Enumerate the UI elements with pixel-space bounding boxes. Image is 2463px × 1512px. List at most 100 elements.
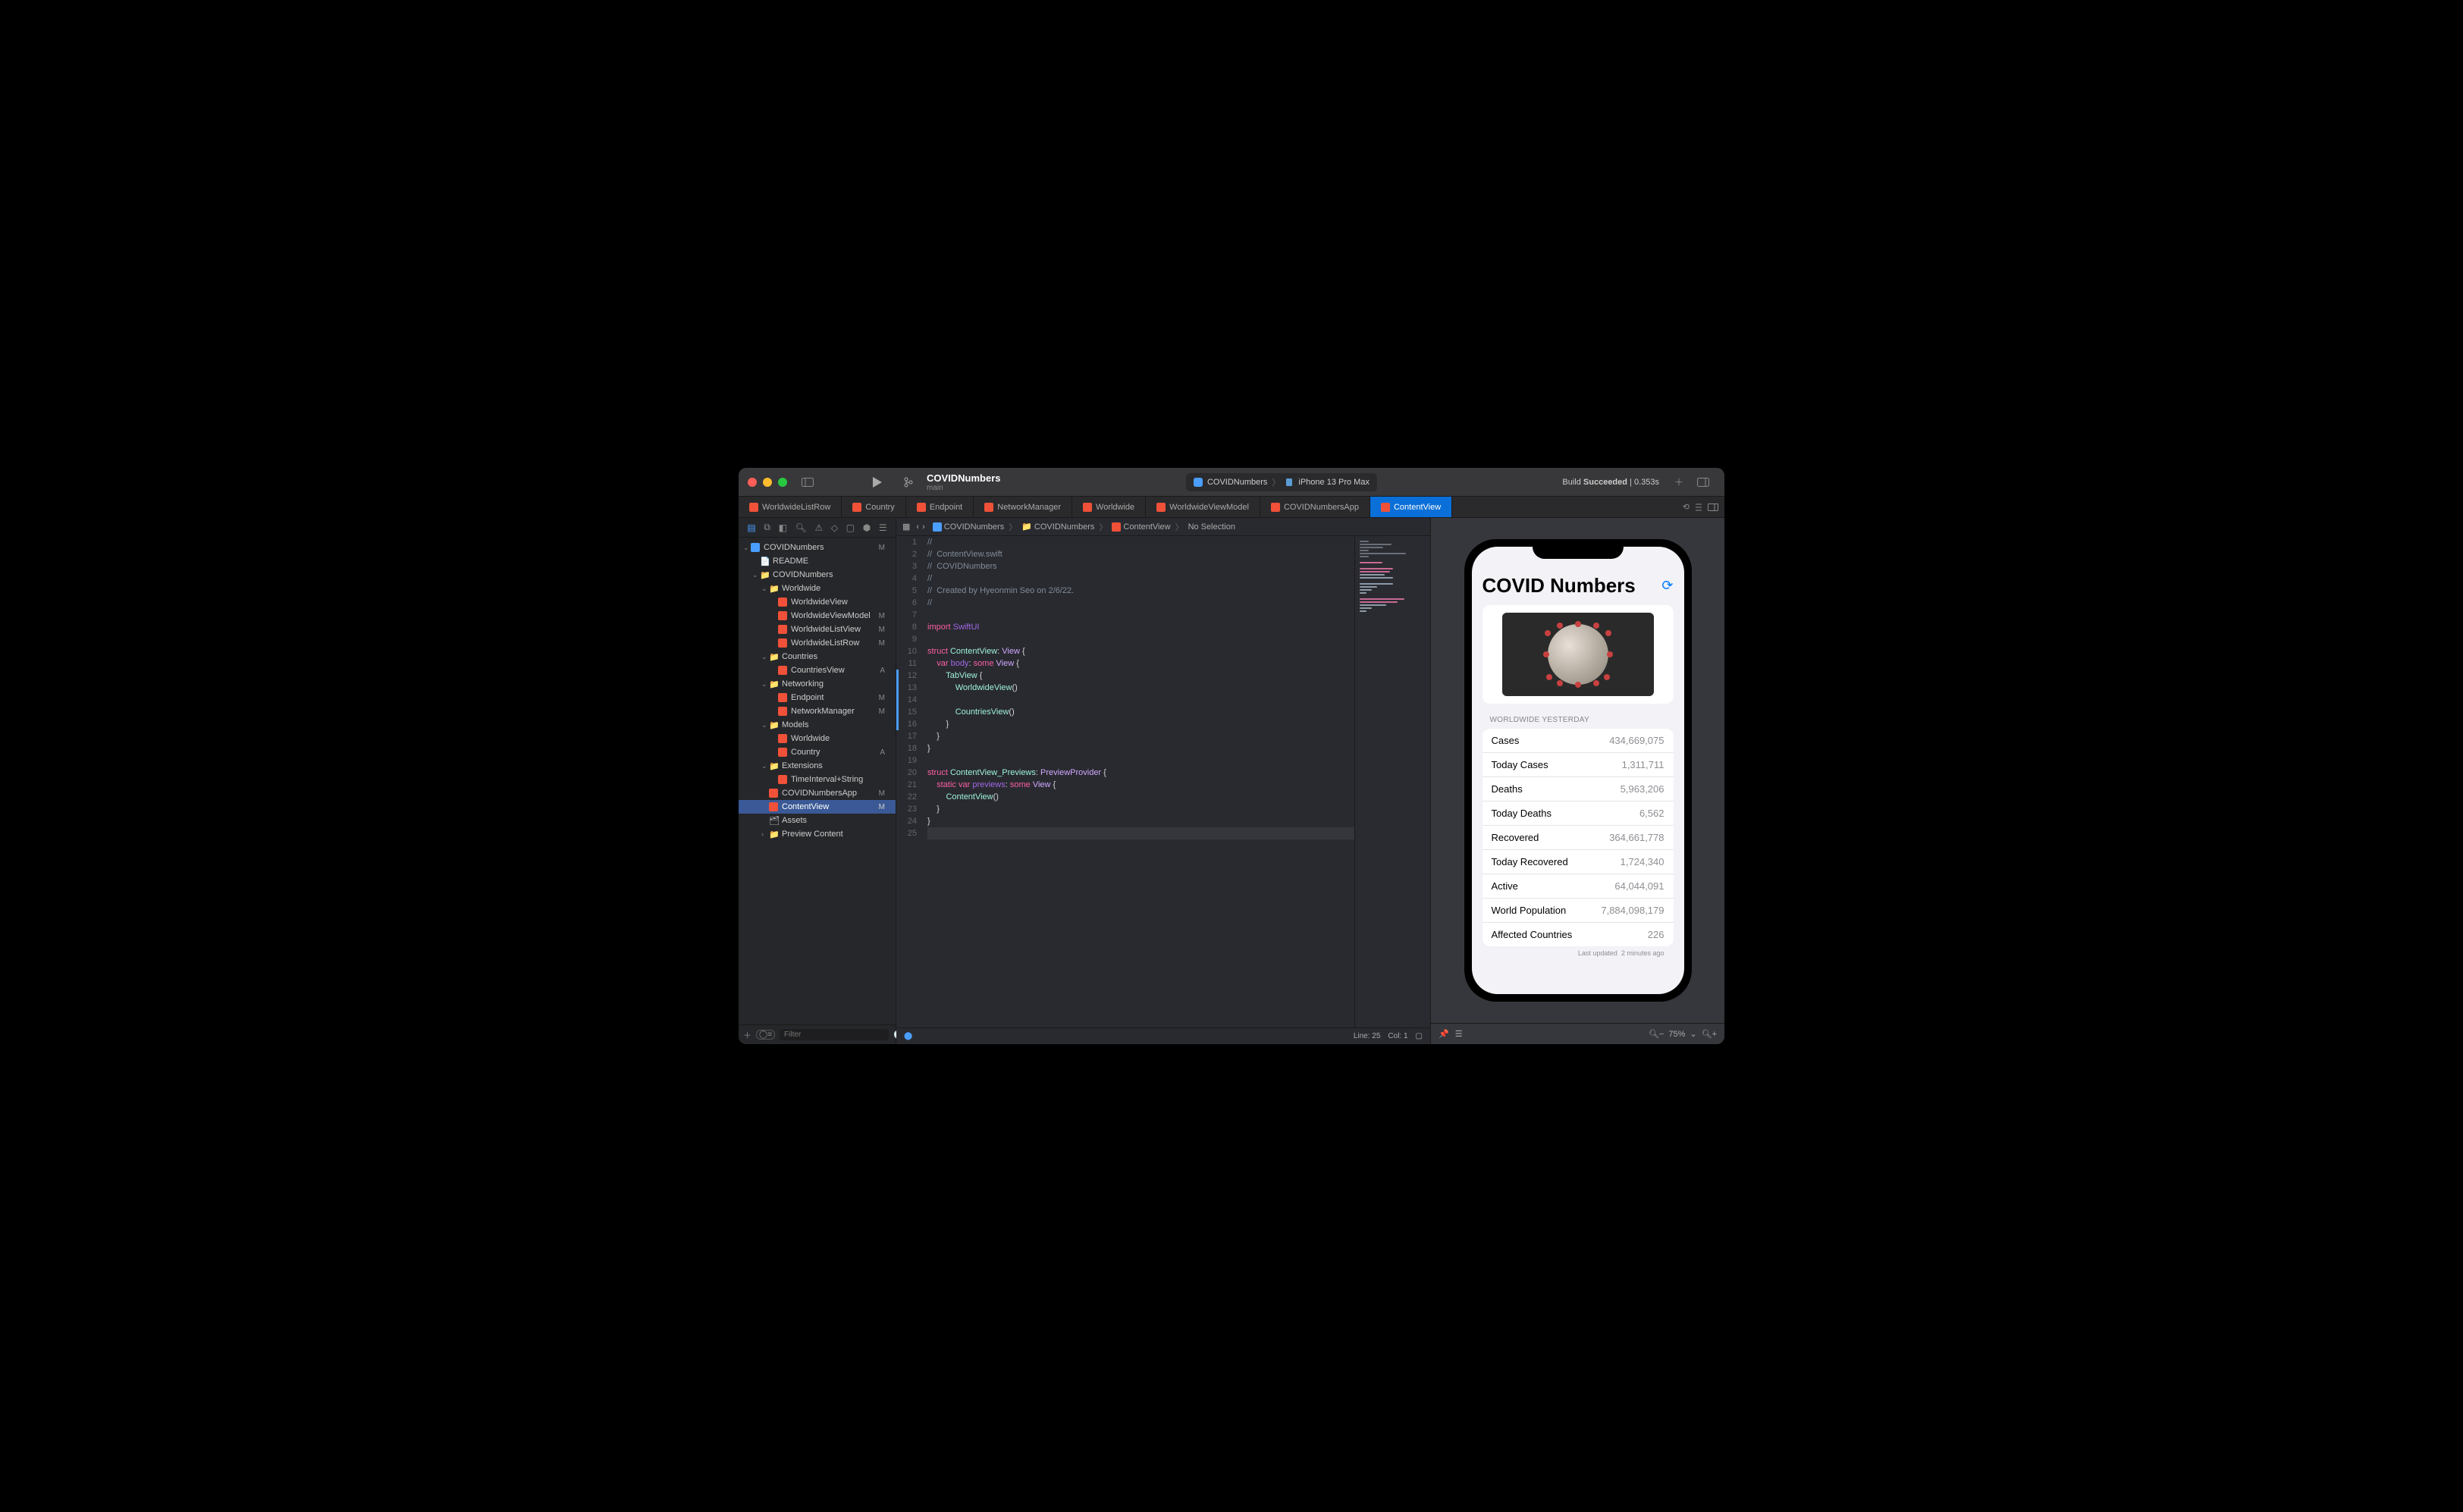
tab-worldwide[interactable]: Worldwide (1072, 497, 1146, 517)
nav-file[interactable]: EndpointM (739, 691, 896, 704)
tab-country[interactable]: Country (842, 497, 906, 517)
scheme-target: COVIDNumbers (1207, 478, 1267, 487)
phone-notch (1533, 539, 1624, 559)
stat-row: Recovered364,661,778 (1483, 826, 1674, 850)
stat-value: 6,562 (1639, 808, 1664, 819)
refresh-icon[interactable]: ⟳ (1661, 578, 1673, 594)
preview-options-icon[interactable]: ☰ (1455, 1029, 1463, 1039)
nav-project-root[interactable]: ⌄ COVIDNumbers M (739, 541, 896, 554)
nav-folder-networking[interactable]: ⌄📁Networking (739, 677, 896, 691)
nav-assets[interactable]: 🗂Assets (739, 814, 896, 827)
swift-icon (1156, 503, 1166, 512)
forward-icon[interactable]: › (922, 522, 925, 532)
nav-folder-worldwide[interactable]: ⌄📁Worldwide (739, 582, 896, 595)
build-status: Build Succeeded | 0.353s (1562, 478, 1659, 487)
nav-file[interactable]: CountryA (739, 745, 896, 759)
zoom-out-icon[interactable]: 🔍︎− (1649, 1029, 1664, 1039)
filter-scope-icon[interactable]: ◯≡ (756, 1030, 775, 1040)
last-updated: Last updated 2 minutes ago (1483, 946, 1674, 957)
virus-image (1502, 613, 1654, 696)
project-navigator[interactable]: ⌄ COVIDNumbers M 📄README ⌄📁COVIDNumbers … (739, 538, 896, 1024)
stat-label: Recovered (1492, 832, 1539, 843)
pin-preview-icon[interactable]: 📌 (1439, 1029, 1449, 1039)
minimize-window-button[interactable] (763, 478, 772, 487)
breakpoint-navigator-icon[interactable]: ⬢ (863, 522, 871, 533)
source-control-icon[interactable] (899, 475, 918, 490)
nav-folder-extensions[interactable]: ⌄📁Extensions (739, 759, 896, 773)
nav-file-app[interactable]: COVIDNumbersAppM (739, 786, 896, 800)
nav-readme[interactable]: 📄README (739, 554, 896, 568)
nav-file-contentview[interactable]: ContentViewM (739, 800, 896, 814)
tab-contentview[interactable]: ContentView (1370, 497, 1452, 517)
nav-folder-countries[interactable]: ⌄📁Countries (739, 650, 896, 663)
toggle-debug-area-icon[interactable]: ▢ (1416, 1032, 1423, 1040)
stat-label: Today Deaths (1492, 808, 1552, 819)
stat-row: Today Cases1,311,711 (1483, 753, 1674, 777)
xcode-project-icon (751, 543, 761, 552)
swift-icon (778, 611, 789, 620)
swift-icon (749, 503, 758, 512)
nav-file[interactable]: NetworkManagerM (739, 704, 896, 718)
nav-file[interactable]: WorldwideView (739, 595, 896, 609)
nav-file[interactable]: WorldwideListRowM (739, 636, 896, 650)
find-navigator-icon[interactable]: 🔍︎ (795, 522, 807, 533)
code-text[interactable]: //// ContentView.swift// COVIDNumbers///… (921, 536, 1354, 1027)
refresh-preview-icon[interactable]: ⟲ (1683, 502, 1690, 512)
add-tab-icon[interactable]: ＋ (1669, 475, 1689, 490)
back-icon[interactable]: ‹ (916, 522, 919, 532)
stat-value: 7,884,098,179 (1601, 905, 1664, 916)
source-control-navigator-icon[interactable]: ⧉ (764, 522, 770, 533)
close-window-button[interactable] (748, 478, 757, 487)
tab-endpoint[interactable]: Endpoint (906, 497, 974, 517)
nav-preview-content[interactable]: ›📁Preview Content (739, 827, 896, 841)
navigator-sidebar: ▤ ⧉ ◧ 🔍︎ ⚠ ◇ ▢ ⬢ ☰ ⌄ COVIDNumbers M 📄REA… (739, 518, 896, 1044)
nav-file[interactable]: Worldwide (739, 732, 896, 745)
swift-icon (778, 638, 789, 648)
swift-icon (984, 503, 993, 512)
phone-screen[interactable]: COVID Numbers ⟳ (1472, 547, 1684, 994)
stat-label: Active (1492, 880, 1518, 892)
swift-icon (778, 707, 789, 716)
debug-navigator-icon[interactable]: ▢ (846, 522, 855, 533)
zoom-level[interactable]: 75% (1668, 1030, 1685, 1039)
add-file-icon[interactable]: ＋ (743, 1029, 751, 1041)
nav-file[interactable]: TimeInterval+String (739, 773, 896, 786)
traffic-lights (748, 478, 787, 487)
folder-icon: 📁 (769, 652, 780, 662)
nav-file[interactable]: CountriesViewA (739, 663, 896, 677)
test-navigator-icon[interactable]: ◇ (831, 522, 838, 533)
tab-worldwidelistrow[interactable]: WorldwideListRow (739, 497, 842, 517)
code-editor[interactable]: 1234567891011121314151617181920212223242… (896, 536, 1354, 1027)
tab-covidnumbersapp[interactable]: COVIDNumbersApp (1260, 497, 1370, 517)
nav-file[interactable]: WorldwideListViewM (739, 623, 896, 636)
stat-value: 434,669,075 (1609, 735, 1664, 746)
project-navigator-icon[interactable]: ▤ (747, 522, 755, 533)
jump-bar[interactable]: ▦ ‹ › COVIDNumbers 〉 📁COVIDNumbers 〉 Con… (896, 518, 1430, 536)
minimap[interactable] (1354, 536, 1430, 1027)
swift-icon (778, 734, 789, 743)
symbol-navigator-icon[interactable]: ◧ (779, 522, 787, 533)
issue-navigator-icon[interactable]: ⚠ (814, 522, 823, 533)
debug-breakpoint-icon[interactable]: ⬤ (904, 1032, 912, 1040)
stat-value: 64,044,091 (1614, 880, 1664, 892)
toggle-inspectors-icon[interactable] (1693, 475, 1713, 490)
run-button[interactable] (868, 475, 887, 490)
nav-folder-covidnumbers[interactable]: ⌄📁COVIDNumbers (739, 568, 896, 582)
scheme-selector[interactable]: COVIDNumbers 〉 iPhone 13 Pro Max (1186, 473, 1377, 491)
filter-input[interactable] (780, 1029, 889, 1040)
nav-file[interactable]: WorldwideViewModelM (739, 609, 896, 623)
toggle-canvas-icon[interactable] (1708, 503, 1718, 511)
zoom-in-icon[interactable]: 🔍︎+ (1702, 1029, 1717, 1039)
report-navigator-icon[interactable]: ☰ (879, 522, 887, 533)
phone-device-frame: COVID Numbers ⟳ (1464, 539, 1692, 1002)
tab-networkmanager[interactable]: NetworkManager (974, 497, 1072, 517)
tab-worldwideviewmodel[interactable]: WorldwideViewModel (1146, 497, 1260, 517)
zoom-dropdown-icon[interactable]: ⌄ (1690, 1029, 1696, 1039)
adjust-editor-icon[interactable] (1694, 503, 1703, 512)
simulator-icon (1285, 478, 1294, 487)
cursor-col: Col: 1 (1388, 1032, 1407, 1040)
related-items-icon[interactable]: ▦ (902, 522, 910, 532)
nav-folder-models[interactable]: ⌄📁Models (739, 718, 896, 732)
zoom-window-button[interactable] (778, 478, 787, 487)
toggle-navigator-icon[interactable] (798, 475, 817, 490)
